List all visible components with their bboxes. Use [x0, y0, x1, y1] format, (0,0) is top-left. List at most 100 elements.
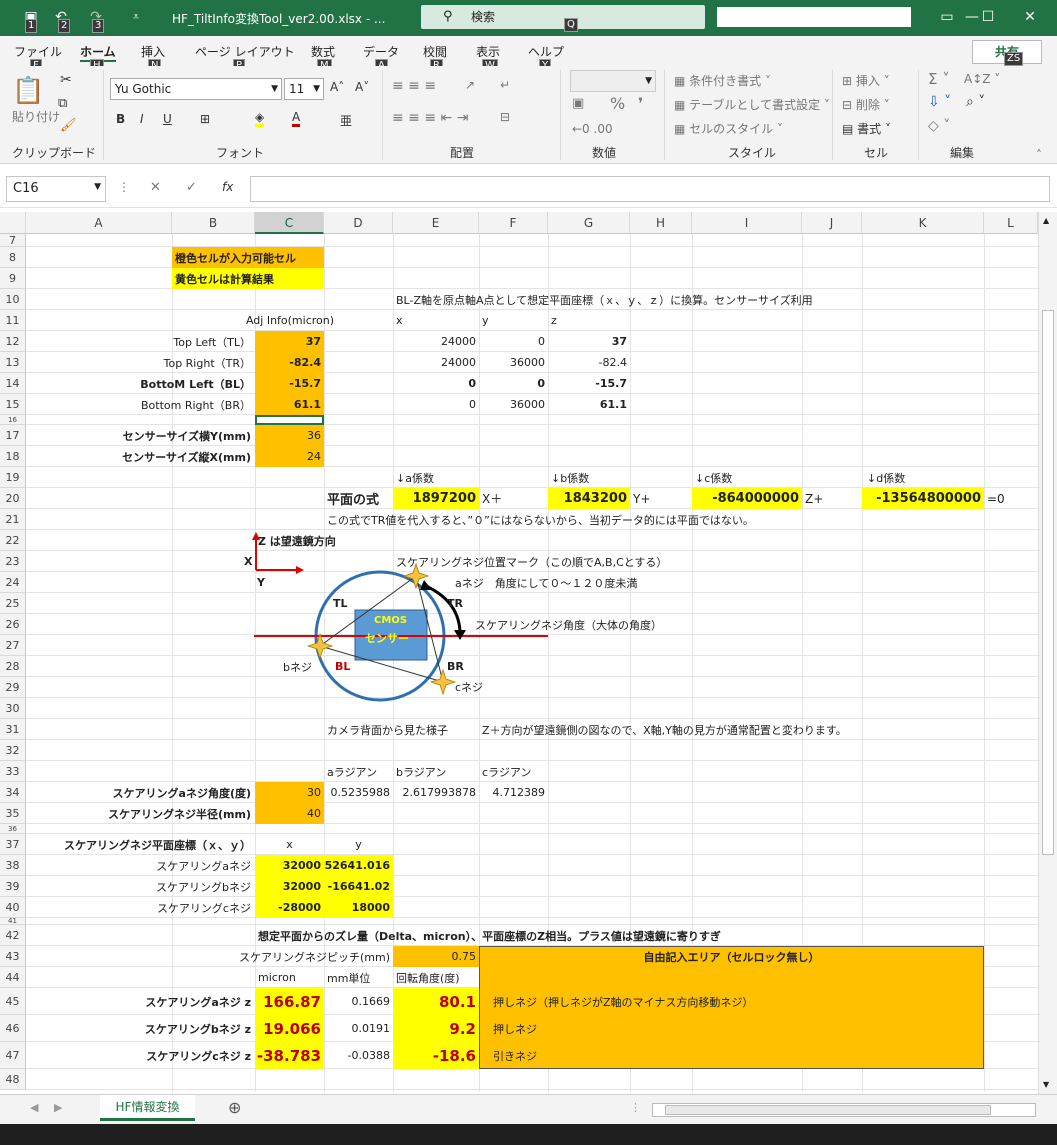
- cell-e47[interactable]: -18.6: [393, 1042, 479, 1069]
- cell-i20[interactable]: -864000000: [692, 488, 802, 509]
- cell-b39[interactable]: スケアリングbネジ: [100, 876, 254, 897]
- cell-e12[interactable]: 24000: [393, 331, 479, 352]
- row-header-34[interactable]: 34: [0, 782, 26, 803]
- worksheet-grid[interactable]: 橙色セルが入力可能セル 黄色セルは計算結果 BL-Z軸を原点軸A点として想定平面…: [0, 212, 1038, 1092]
- name-box[interactable]: C16 ▼: [6, 176, 106, 202]
- percent-icon[interactable]: %: [610, 94, 625, 113]
- cell-b18[interactable]: センサーサイズ縦X(mm): [60, 446, 254, 467]
- legend-input-cell[interactable]: 橙色セルが入力可能セル: [172, 247, 324, 268]
- horizontal-scroll-thumb[interactable]: [665, 1105, 991, 1115]
- cell-b35[interactable]: スケアリングネジ半径(mm): [60, 803, 254, 824]
- insert-function-icon[interactable]: fx: [222, 180, 233, 194]
- close-icon[interactable]: ✕: [1018, 7, 1042, 27]
- row-header-18[interactable]: 18: [0, 446, 26, 467]
- row-header-24[interactable]: 24: [0, 572, 26, 593]
- scroll-up-icon[interactable]: ▲: [1043, 216, 1049, 225]
- sum-icon[interactable]: Σ ˅: [928, 70, 950, 88]
- cell-c38[interactable]: 32000: [255, 855, 324, 876]
- number-format-combo[interactable]: ▼: [570, 70, 656, 92]
- column-header-h[interactable]: H: [630, 212, 692, 234]
- tab-formulas[interactable]: 数式: [311, 43, 335, 60]
- cell-e33[interactable]: bラジアン: [393, 761, 449, 782]
- cell-e19[interactable]: ↓a係数: [393, 467, 437, 488]
- cell-d34[interactable]: 0.5235988: [324, 782, 393, 803]
- cell-f14[interactable]: 0: [479, 373, 548, 394]
- cell-f34[interactable]: 4.712389: [479, 782, 548, 803]
- cell-d39[interactable]: -16641.02: [324, 876, 393, 897]
- row-header-33[interactable]: 33: [0, 761, 26, 782]
- format-painter-icon[interactable]: 🖌: [60, 118, 77, 133]
- paste-label[interactable]: 貼り付け: [12, 108, 60, 125]
- wrap-text-icon[interactable]: ↵: [500, 78, 510, 92]
- cell-c42[interactable]: 想定平面からのズレ量（Delta、micron）、平面座標のZ相当。プラス値は望…: [255, 925, 724, 946]
- cell-d33[interactable]: aラジアン: [324, 761, 380, 782]
- cut-icon[interactable]: ✂: [60, 72, 72, 88]
- cell-g20[interactable]: 1843200: [548, 488, 630, 509]
- cell-c44[interactable]: micron: [255, 967, 299, 988]
- row-header-46[interactable]: 46: [0, 1015, 26, 1042]
- cell-b14[interactable]: BottoM Left（BL）: [100, 373, 254, 394]
- tab-help[interactable]: ヘルプ: [528, 43, 564, 60]
- merge-cells-icon[interactable]: ⊟: [500, 110, 510, 124]
- border-icon[interactable]: ⊞: [200, 112, 210, 126]
- row-header-9[interactable]: 9: [0, 268, 26, 289]
- cell-g11[interactable]: z: [548, 310, 560, 331]
- grow-font-icon[interactable]: A˄: [330, 80, 344, 94]
- fill-color-icon[interactable]: ◈: [255, 110, 265, 127]
- cell-d47[interactable]: -0.0388: [324, 1042, 393, 1069]
- cell-d45[interactable]: 0.1669: [324, 988, 393, 1015]
- cell-f33[interactable]: cラジアン: [479, 761, 534, 782]
- cell-c39[interactable]: 32000: [255, 876, 324, 897]
- next-sheet-icon[interactable]: ▶: [54, 1101, 62, 1114]
- cell-d20[interactable]: 平面の式: [324, 488, 382, 509]
- cell-c47[interactable]: -38.783: [255, 1042, 324, 1069]
- cell-f47[interactable]: 引きネジ: [490, 1042, 540, 1069]
- cell-d37[interactable]: y: [324, 834, 393, 855]
- ribbon-display-icon[interactable]: ▭: [935, 7, 959, 27]
- row-header-39[interactable]: 39: [0, 876, 26, 897]
- cell-g15[interactable]: 61.1: [548, 394, 630, 415]
- cell-c14[interactable]: -15.7: [255, 373, 324, 394]
- column-header-l[interactable]: L: [984, 212, 1038, 234]
- cell-f45[interactable]: 押しネジ（押しネジがZ軸のマイナス方向移動ネジ）: [490, 988, 756, 1015]
- cell-c11[interactable]: Adj Info(micron): [240, 310, 340, 331]
- align-top-icon[interactable]: ≡ ≡ ≡: [392, 78, 436, 94]
- cell-f11[interactable]: y: [479, 310, 492, 331]
- cell-c46[interactable]: 19.066: [255, 1015, 324, 1042]
- cell-b34[interactable]: スケアリングaネジ角度(度): [60, 782, 254, 803]
- collapse-ribbon-icon[interactable]: ˄: [1036, 148, 1042, 162]
- cell-c15[interactable]: 61.1: [255, 394, 324, 415]
- row-header-30[interactable]: 30: [0, 698, 26, 719]
- column-header-d[interactable]: D: [324, 212, 393, 234]
- row-header-37[interactable]: 37: [0, 834, 26, 855]
- row-header-11[interactable]: 11: [0, 310, 26, 331]
- prev-sheet-icon[interactable]: ◀: [30, 1101, 38, 1114]
- row-header-22[interactable]: 22: [0, 530, 26, 551]
- row-header-41[interactable]: 41: [0, 918, 26, 925]
- row-header-42[interactable]: 42: [0, 925, 26, 946]
- cell-b45[interactable]: スケアリングaネジ z: [60, 988, 254, 1015]
- row-header-38[interactable]: 38: [0, 855, 26, 876]
- scroll-down-icon[interactable]: ▼: [1043, 1080, 1049, 1089]
- cell-d40[interactable]: 18000: [324, 897, 393, 918]
- cell-c40[interactable]: -28000: [255, 897, 324, 918]
- row-header-7[interactable]: 7: [0, 234, 26, 247]
- font-color-icon[interactable]: A: [292, 110, 301, 127]
- cell-e46[interactable]: 9.2: [393, 1015, 479, 1042]
- row-header-12[interactable]: 12: [0, 331, 26, 352]
- cell-g12[interactable]: 37: [548, 331, 630, 352]
- row-header-15[interactable]: 15: [0, 394, 26, 415]
- row-header-32[interactable]: 32: [0, 740, 26, 761]
- row-header-47[interactable]: 47: [0, 1042, 26, 1069]
- cell-styles-button[interactable]: ▦ セルのスタイル ˅: [674, 120, 783, 137]
- cell-j20[interactable]: Z+: [802, 488, 826, 509]
- cell-e14[interactable]: 0: [393, 373, 479, 394]
- cell-c22[interactable]: Z は望遠鏡方向: [255, 530, 339, 551]
- cell-f12[interactable]: 0: [479, 331, 548, 352]
- find-icon[interactable]: ⌕ ˅: [966, 94, 985, 110]
- customize-qat-icon[interactable]: ⩡: [125, 6, 147, 28]
- row-header-23[interactable]: 23: [0, 551, 26, 572]
- column-header-g[interactable]: G: [548, 212, 630, 234]
- cell-f46[interactable]: 押しネジ: [490, 1015, 540, 1042]
- cancel-icon[interactable]: ✕: [150, 180, 161, 195]
